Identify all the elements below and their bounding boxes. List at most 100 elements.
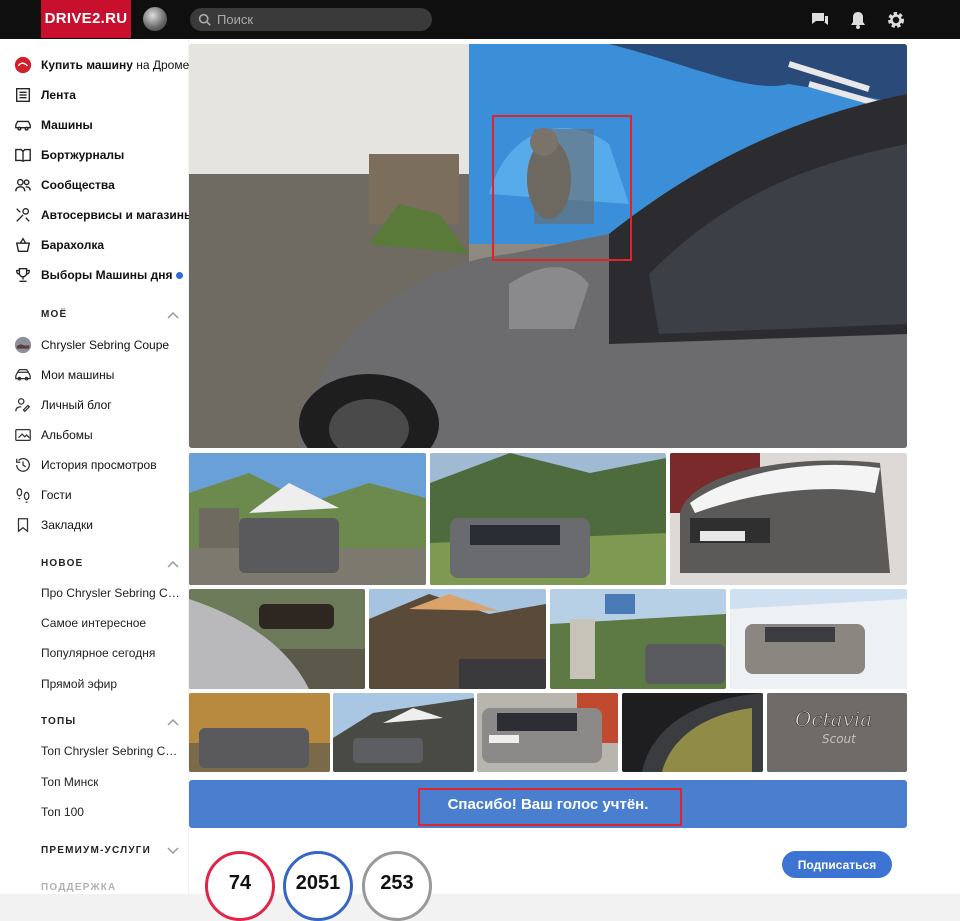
highlight-box [492,115,632,261]
sidebar-item-albums[interactable]: Альбомы [13,424,93,446]
section-premium-header[interactable]: ПРЕМИУМ-УСЛУГИ [41,845,179,856]
gallery-photo[interactable] [189,693,330,772]
footprints-icon [13,485,33,505]
search-icon [198,13,211,26]
search-input[interactable] [217,12,417,27]
stat-circle-readers[interactable]: 2051 [283,851,353,921]
sidebar-item-market[interactable]: Барахолка [13,234,104,256]
sidebar-item-label: Барахолка [41,238,105,252]
sidebar-item-label: Купить машину [41,58,133,72]
history-icon [13,455,33,475]
sidebar-item-car-of-day[interactable]: Выборы Машины дня [13,264,184,286]
trophy-icon [13,265,33,285]
stat-value: 74 [228,872,252,894]
stat-value: 2051 [295,872,341,894]
stat-value: 253 [380,872,414,894]
section-title: МОЁ [41,309,68,320]
gallery-photo[interactable] [189,589,365,689]
sidebar-item-label: Закладки [41,518,93,532]
sidebar-item-logbooks[interactable]: Бортжурналы [13,144,124,166]
sidebar-item-label: Бортжурналы [41,148,125,162]
sidebar-link[interactable]: Про Chrysler Sebring Co... [41,586,181,600]
car-icon [13,115,33,135]
messages-icon[interactable] [810,10,830,30]
gear-icon[interactable] [886,10,906,30]
section-title: НОВОЕ [41,558,84,569]
chevron-up-icon [167,560,179,568]
svg-text:Octavia: Octavia [795,707,872,731]
gallery-photo[interactable] [730,589,907,689]
highlight-box [418,788,682,826]
sidebar-item-suffix: на Дроме [132,58,190,72]
sidebar-item-communities[interactable]: Сообщества [13,174,115,196]
sidebar-link[interactable]: Популярное сегодня [41,646,155,660]
site-logo[interactable]: DRIVE2.RU [41,0,131,38]
gallery-photo[interactable] [550,589,726,689]
sidebar-link[interactable]: Топ 100 [41,805,84,819]
sidebar-item-label: Автосервисы и магазины [41,208,195,222]
sidebar-item-label: Сообщества [41,178,115,192]
section-title: ПРЕМИУМ-УСЛУГИ [41,845,152,856]
subscribe-button[interactable]: Подписаться [782,851,892,878]
sidebar-item-feed[interactable]: Лента [13,84,76,106]
sidebar-item-buy-car[interactable]: Купить машину на Дроме [13,54,189,76]
sidebar-link[interactable]: Топ Chrysler Sebring Co... [41,744,181,758]
sidebar-item-label: Мои машины [41,368,115,382]
people-icon [13,175,33,195]
search-box[interactable] [190,8,432,31]
sidebar-item-label: История просмотров [41,458,157,472]
sidebar-item-label: Гости [41,488,72,502]
user-avatar[interactable] [143,7,167,31]
sidebar-item-label: Выборы Машины дня [41,268,173,282]
stat-circle-comments[interactable]: 253 [362,851,432,921]
gallery-photo[interactable]: Octavia Scout [767,693,907,772]
album-icon [13,425,33,445]
gallery-photo[interactable] [333,693,474,772]
sidebar-item-bookmarks[interactable]: Закладки [13,514,93,536]
section-title: ТОПЫ [41,716,77,727]
gallery-photo[interactable] [622,693,763,772]
sidebar-item-label: Личный блог [41,398,112,412]
sidebar-link[interactable]: Прямой эфир [41,677,117,691]
sidebar-item-label: Альбомы [41,428,93,442]
wrench-icon [13,205,33,225]
gallery-photo[interactable] [430,453,666,585]
svg-text:Scout: Scout [822,732,857,746]
gallery-photo[interactable] [189,453,426,585]
gallery-photo[interactable] [369,589,546,689]
sidebar-item-blog[interactable]: Личный блог [13,394,112,416]
sidebar-link[interactable]: Топ Минск [41,775,98,789]
sidebar-item-my-car[interactable]: Chrysler Sebring Coupe [13,334,169,356]
sidebar-item-label: Chrysler Sebring Coupe [41,338,170,352]
garage-icon [13,365,33,385]
stat-circle-likes[interactable]: 74 [205,851,275,921]
sidebar-item-services[interactable]: Автосервисы и магазины [13,204,194,226]
sidebar-item-label: Машины [41,118,93,132]
section-novoe-header[interactable]: НОВОЕ [41,558,179,569]
sidebar-item-history[interactable]: История просмотров [13,454,157,476]
gallery-photo[interactable] [477,693,618,772]
book-icon [13,145,33,165]
sidebar-item-guests[interactable]: Гости [13,484,72,506]
notification-dot [176,271,184,279]
sidebar-link[interactable]: Самое интересное [41,616,146,630]
sidebar-item-my-cars[interactable]: Мои машины [13,364,114,386]
sidebar-item-label: Лента [41,88,76,102]
chevron-up-icon [167,311,179,319]
section-support-header[interactable]: ПОДДЕРЖКА [41,882,179,893]
drom-icon [13,55,33,75]
chevron-up-icon [167,718,179,726]
section-topy-header[interactable]: ТОПЫ [41,716,179,727]
car-avatar [13,335,33,355]
basket-icon [13,235,33,255]
person-pen-icon [13,395,33,415]
section-moe-header[interactable]: МОЁ [41,309,179,320]
bookmark-icon [13,515,33,535]
sidebar-item-cars[interactable]: Машины [13,114,93,136]
hero-photo[interactable] [189,44,907,448]
chevron-down-icon [167,846,179,854]
section-title: ПОДДЕРЖКА [41,882,117,893]
feed-icon [13,85,33,105]
bell-icon[interactable] [848,10,868,30]
gallery-photo[interactable] [670,453,907,585]
